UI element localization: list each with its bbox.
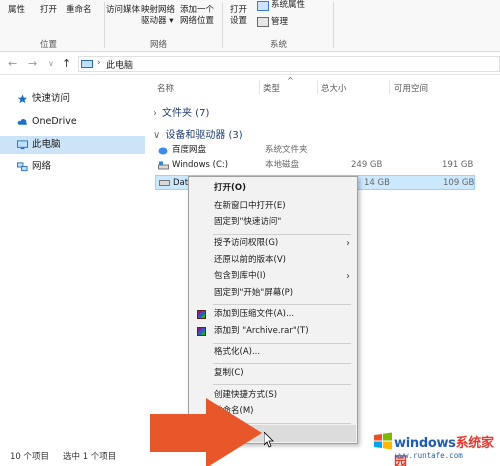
ribbon-group-location: 位置 — [40, 40, 58, 50]
drive-free-space: 191 GB — [442, 160, 474, 170]
sort-indicator-icon: ^ — [287, 76, 294, 85]
ribbon-divider — [222, 2, 223, 48]
network-icon — [17, 162, 28, 172]
sidebar-item-this-pc[interactable]: 此电脑 — [0, 136, 145, 154]
menu-item-label: 授予访问权限(G) — [214, 238, 279, 248]
computer-icon — [81, 60, 93, 68]
baidu-netdisk-icon — [158, 147, 168, 155]
ribbon-rename-button[interactable]: 重命名 — [66, 5, 92, 16]
menu-item-copy[interactable]: 复制(C) — [190, 365, 356, 382]
menu-item-include-in-library[interactable]: 包含到库中(I) › — [190, 268, 356, 285]
ribbon-divider — [333, 2, 334, 48]
recent-locations-dropdown[interactable]: ∨ — [48, 59, 54, 68]
back-button[interactable]: ← — [8, 57, 17, 70]
column-divider[interactable] — [259, 80, 260, 94]
navigation-pane: 快速访问 OneDrive 此电脑 网络 — [0, 76, 145, 446]
column-divider[interactable] — [317, 80, 318, 94]
menu-item-pin-quick-access[interactable]: 固定到"快速访问" — [190, 214, 356, 231]
sidebar-item-quick-access[interactable]: 快速访问 — [0, 90, 145, 108]
windows-drive-icon — [158, 161, 169, 170]
column-divider[interactable] — [389, 80, 390, 94]
selected-count: 选中 1 个项目 — [63, 452, 117, 462]
watermark-url: www.runtafe.com — [395, 451, 463, 460]
sidebar-label: OneDrive — [32, 116, 77, 127]
drive-name: Windows (C:) — [172, 160, 229, 170]
column-header-total-size[interactable]: 总大小 — [321, 82, 347, 94]
menu-item-pin-start[interactable]: 固定到"开始"屏幕(P) — [190, 285, 356, 302]
menu-item-open[interactable]: 打开(O) — [190, 180, 356, 197]
drive-total-size: 249 GB — [351, 160, 383, 170]
computer-icon — [17, 140, 28, 150]
drive-total-size: 14 GB — [364, 178, 390, 188]
system-properties-icon — [257, 1, 269, 11]
menu-item-open-new-window[interactable]: 在新窗口中打开(E) — [190, 198, 356, 215]
item-count: 10 个项目 — [10, 452, 50, 462]
section-devices-and-drives[interactable]: ∨ 设备和驱动器 (3) — [153, 126, 243, 141]
submenu-arrow-icon: › — [346, 238, 350, 249]
menu-item-label: 添加到压缩文件(A)... — [214, 309, 295, 319]
ribbon-group-system: 系统 — [270, 40, 288, 50]
mouse-cursor-icon — [264, 432, 274, 448]
sidebar-item-onedrive[interactable]: OneDrive — [0, 113, 145, 131]
section-folders[interactable]: › 文件夹 (7) — [153, 104, 209, 119]
star-icon — [17, 94, 28, 104]
windows-logo-icon — [374, 432, 392, 450]
ribbon-system-properties-button[interactable]: 系统属性 — [271, 0, 305, 11]
menu-item-add-to-archive[interactable]: 添加到压缩文件(A)... — [190, 306, 356, 323]
drive-icon — [159, 180, 170, 186]
section-label: 文件夹 (7) — [162, 108, 210, 119]
menu-item-label: 添加到 "Archive.rar"(T) — [214, 326, 309, 336]
chevron-down-icon: ∨ — [153, 130, 161, 141]
winrar-icon — [197, 327, 206, 336]
menu-divider — [213, 363, 351, 364]
submenu-arrow-icon: › — [346, 271, 350, 282]
cloud-icon — [17, 119, 28, 125]
ribbon-divider — [104, 2, 105, 48]
forward-button[interactable]: → — [28, 57, 37, 70]
sidebar-label: 网络 — [32, 161, 52, 172]
menu-item-restore-versions[interactable]: 还原以前的版本(V) — [190, 252, 356, 269]
ribbon-open-settings-button[interactable]: 打开 设置 — [230, 5, 247, 27]
breadcrumb-separator: › — [97, 58, 101, 68]
ribbon-manage-button[interactable]: 管理 — [271, 17, 288, 28]
drive-name: Dat — [173, 178, 189, 188]
menu-item-add-to-archive-rar[interactable]: 添加到 "Archive.rar"(T) — [190, 323, 356, 340]
chevron-right-icon: › — [153, 108, 157, 119]
manage-icon — [257, 17, 269, 27]
address-bar: ← → ∨ ↑ › 此电脑 — [0, 53, 500, 75]
menu-item-grant-access[interactable]: 授予访问权限(G) › — [190, 235, 356, 252]
drive-type: 本地磁盘 — [265, 160, 300, 170]
section-label: 设备和驱动器 (3) — [165, 130, 243, 141]
sidebar-label: 快速访问 — [32, 93, 71, 104]
winrar-icon — [197, 310, 206, 319]
ribbon-open-button[interactable]: 打开 — [40, 5, 57, 16]
column-header-name[interactable]: 名称 — [157, 82, 174, 94]
menu-item-label: 包含到库中(I) — [214, 271, 266, 281]
address-field[interactable]: › 此电脑 — [78, 56, 500, 72]
watermark: windows系统家园 www.runtafe.com — [365, 423, 500, 466]
list-item[interactable]: 百度网盘 系统文件夹 — [155, 143, 475, 158]
ribbon-access-media-button[interactable]: 访问媒体 — [106, 5, 140, 16]
ribbon: 属性 打开 重命名 位置 访问媒体 映射网络 驱动器 ▾ 添加一个 网络位置 网… — [0, 0, 500, 52]
ribbon-add-network-location-button[interactable]: 添加一个 网络位置 — [180, 5, 214, 27]
breadcrumb-this-pc[interactable]: 此电脑 — [106, 58, 133, 71]
drive-name: 百度网盘 — [172, 145, 207, 155]
sidebar-item-network[interactable]: 网络 — [0, 158, 145, 176]
menu-divider — [213, 384, 351, 385]
column-header-type[interactable]: 类型 — [263, 82, 280, 94]
menu-divider — [213, 304, 351, 305]
ribbon-properties-button[interactable]: 属性 — [8, 5, 25, 16]
list-item[interactable]: Windows (C:) 本地磁盘 249 GB 191 GB — [155, 158, 475, 173]
ribbon-group-network: 网络 — [150, 40, 168, 50]
watermark-brand: windows系统家园 — [394, 432, 500, 466]
drive-type: 系统文件夹 — [265, 145, 308, 155]
sidebar-label: 此电脑 — [32, 139, 61, 150]
watermark-brand-main: windows — [394, 436, 456, 451]
menu-item-format[interactable]: 格式化(A)... — [190, 344, 356, 361]
annotation-arrow-icon — [150, 398, 262, 466]
drive-free-space: 109 GB — [443, 178, 475, 188]
column-header-free-space[interactable]: 可用空间 — [394, 82, 428, 94]
ribbon-map-drive-button[interactable]: 映射网络 驱动器 ▾ — [141, 5, 175, 27]
up-button[interactable]: ↑ — [62, 57, 71, 70]
